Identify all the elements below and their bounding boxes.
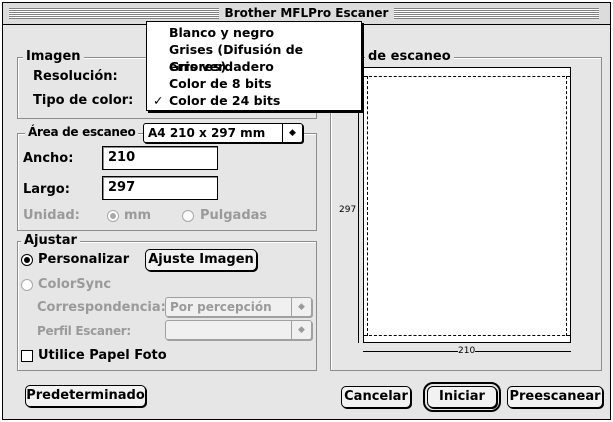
height-label: Largo:	[23, 182, 70, 197]
menu-item-color-24-bits[interactable]: ✓ Color de 24 bits	[147, 92, 361, 109]
prescan-button[interactable]: Preescanear	[507, 386, 603, 408]
ajuste-imagen-button[interactable]: Ajuste Imagen	[145, 249, 257, 271]
unit-inches-label: Pulgadas	[200, 208, 268, 223]
menu-item-label: Color de 24 bits	[169, 93, 281, 108]
height-marker-label: 297	[339, 205, 357, 215]
popup-arrow-icon: ◆	[291, 298, 311, 316]
personalizar-radio-icon[interactable]	[21, 254, 33, 266]
menu-item-label: Gris verdadero	[169, 59, 274, 74]
unit-inches-radio-icon[interactable]	[182, 210, 194, 222]
width-field[interactable]: 210	[102, 146, 218, 170]
checkmark-icon: ✓	[153, 93, 164, 108]
popup-arrow-icon: ◆	[291, 321, 311, 339]
scan-preview-area[interactable]	[363, 67, 571, 343]
height-field[interactable]: 297	[102, 176, 218, 200]
menu-item-color-8-bits[interactable]: Color de 8 bits	[147, 75, 361, 92]
width-marker-label: 210	[458, 346, 476, 356]
scanner-dialog: Brother MFLPro Escaner Imagen Resolución…	[2, 2, 611, 420]
popup-arrow-icon: ◆	[282, 124, 302, 142]
scan-size-value: A4 210 x 297 mm	[148, 126, 266, 140]
scan-area-label: Área de escaneo	[25, 124, 139, 140]
color-type-menu: Blanco y negro Grises (Difusión de error…	[146, 21, 362, 111]
unit-mm-radio-icon[interactable]	[107, 210, 119, 222]
cancel-button[interactable]: Cancelar	[341, 386, 411, 408]
scan-size-popup[interactable]: A4 210 x 297 mm ◆	[143, 123, 303, 143]
correspondencia-value: Por percepción	[170, 300, 272, 314]
menu-item-gris-verdadero[interactable]: Gris verdadero	[147, 58, 361, 75]
personalizar-label: Personalizar	[38, 252, 130, 267]
window-title: Brother MFLPro Escaner	[218, 6, 395, 20]
colorsync-radio-icon[interactable]	[21, 279, 33, 291]
colorsync-label: ColorSync	[38, 277, 112, 292]
ajustar-group-label: Ajustar	[21, 233, 80, 249]
papel-foto-label: Utilice Papel Foto	[38, 348, 167, 363]
perfil-label: Perfil Escaner:	[37, 324, 131, 338]
papel-foto-checkbox[interactable]	[21, 350, 33, 362]
correspondencia-label: Correspondencia:	[37, 300, 166, 315]
color-type-label: Tipo de color:	[33, 93, 134, 108]
correspondencia-popup[interactable]: Por percepción ◆	[165, 297, 312, 317]
menu-item-grises-difusion[interactable]: Grises (Difusión de errores)	[147, 41, 361, 74]
resolution-label: Resolución:	[33, 69, 118, 84]
menu-item-label: Color de 8 bits	[169, 76, 272, 91]
start-button[interactable]: Iniciar	[423, 382, 501, 412]
menu-item-blanco-negro[interactable]: Blanco y negro	[147, 24, 361, 41]
preview-group-label: de escaneo	[365, 49, 454, 65]
unit-mm-label: mm	[124, 208, 152, 223]
scan-region-v-guides	[367, 76, 567, 336]
menu-item-label: Blanco y negro	[169, 25, 275, 40]
imagen-group-label: Imagen	[23, 49, 84, 65]
width-label: Ancho:	[23, 151, 74, 166]
unit-label: Unidad:	[23, 208, 80, 223]
predeterminado-button[interactable]: Predeterminado	[25, 385, 146, 407]
perfil-popup[interactable]: ◆	[165, 320, 312, 340]
